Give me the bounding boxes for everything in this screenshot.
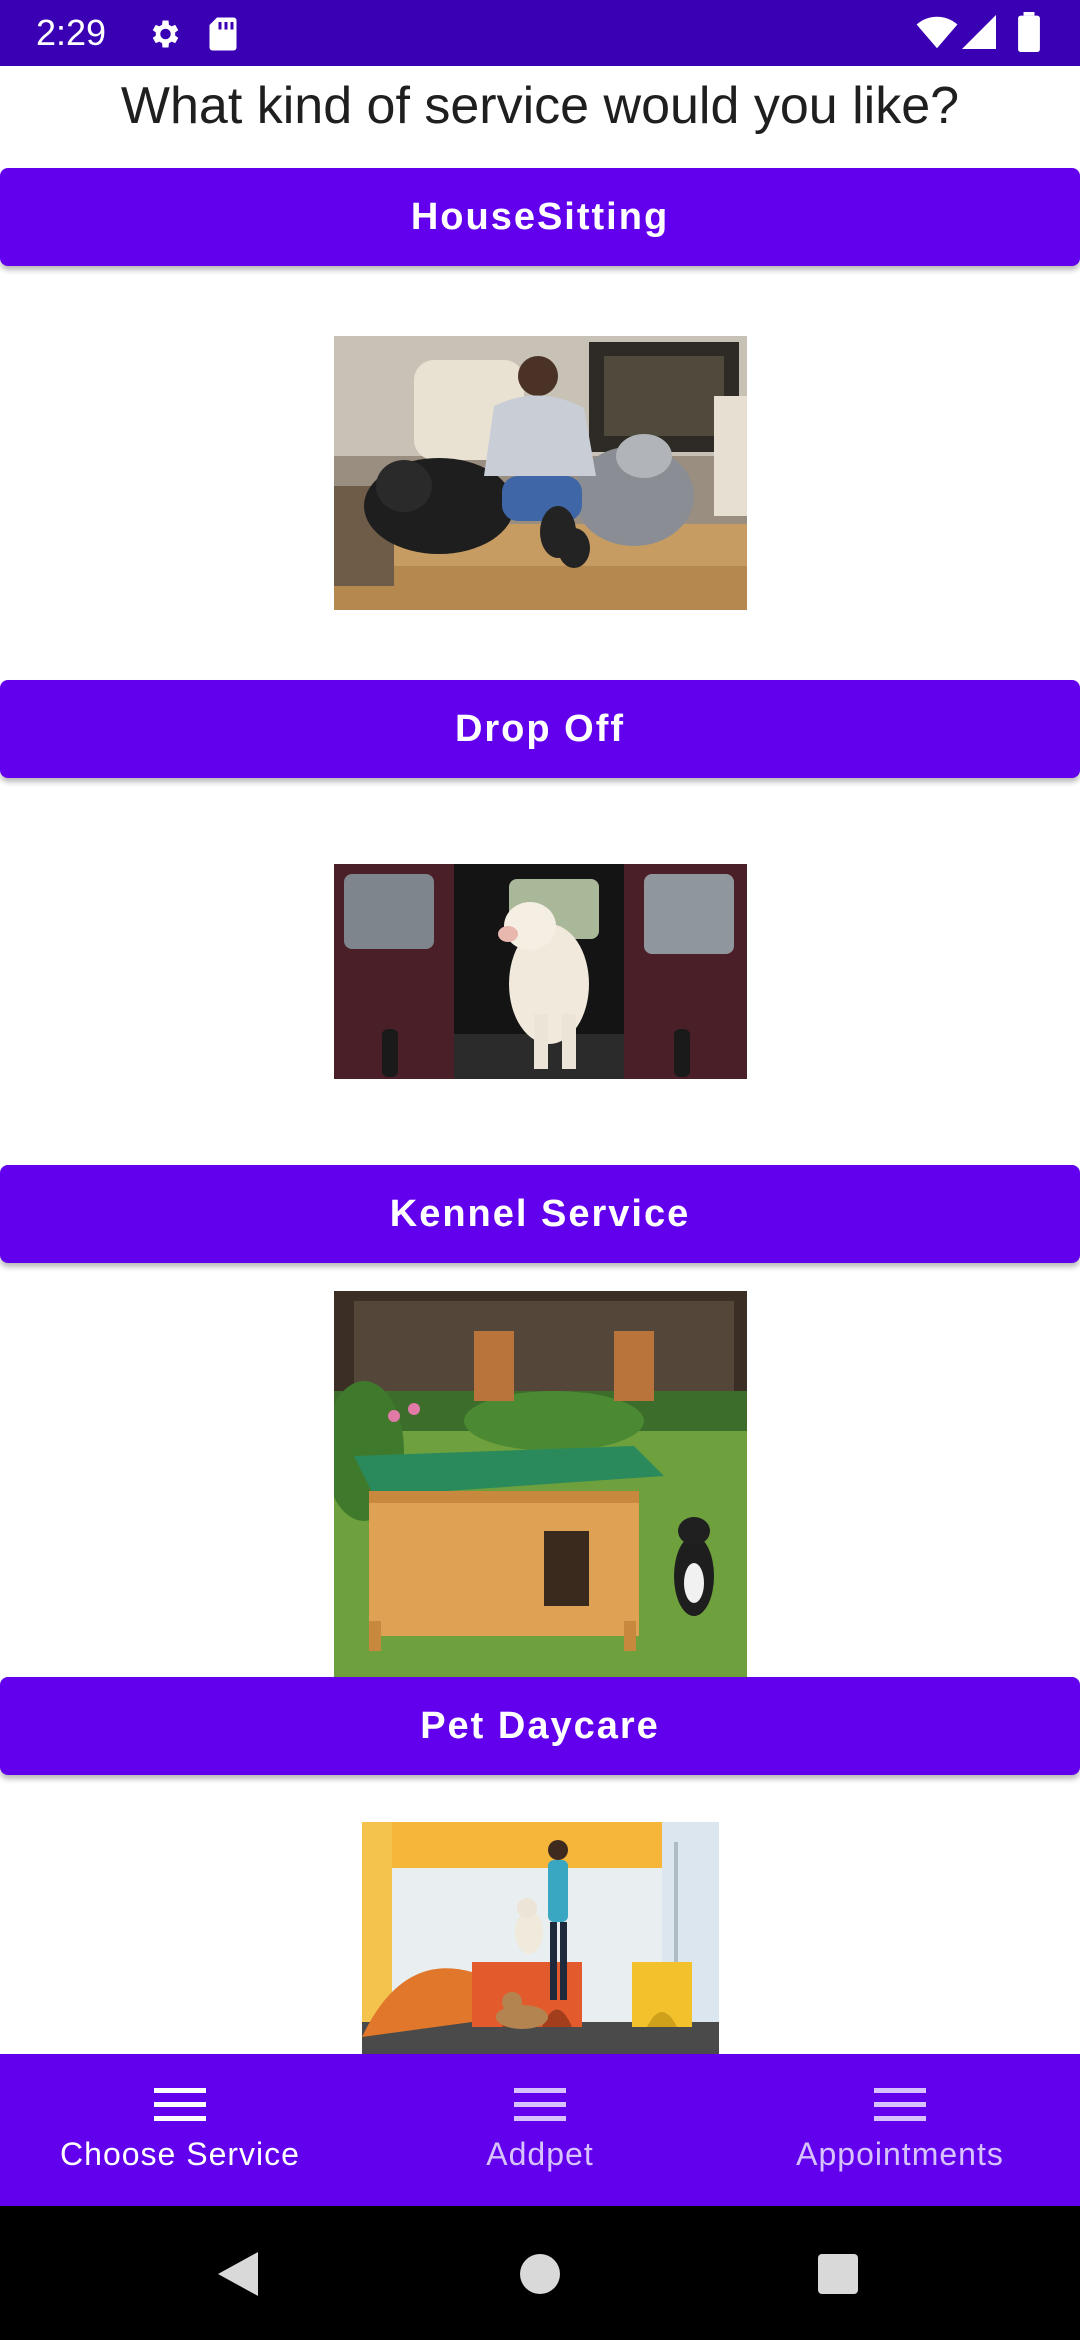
housesitting-button[interactable]: HouseSitting xyxy=(0,168,1080,266)
menu-icon xyxy=(874,2088,926,2121)
kennel-service-button[interactable]: Kennel Service xyxy=(0,1165,1080,1263)
gear-icon xyxy=(146,16,182,57)
drop-off-image xyxy=(334,864,747,1079)
nav-item-appointments[interactable]: Appointments xyxy=(720,2054,1080,2206)
menu-icon xyxy=(154,2088,206,2121)
signal-icon xyxy=(962,14,996,55)
housesitting-image xyxy=(334,336,747,610)
drop-off-button[interactable]: Drop Off xyxy=(0,680,1080,778)
battery-icon xyxy=(1018,12,1040,57)
system-nav-bar xyxy=(0,2206,1080,2340)
kennel-image xyxy=(334,1291,747,1677)
page-title: What kind of service would you like? xyxy=(120,77,960,135)
pet-daycare-button[interactable]: Pet Daycare xyxy=(0,1677,1080,1775)
pet-daycare-image xyxy=(362,1822,719,2054)
sd-card-icon xyxy=(208,16,238,57)
nav-label-choose-service: Choose Service xyxy=(60,2136,300,2172)
bottom-nav: Choose Service Addpet Appointments xyxy=(0,2054,1080,2206)
status-time: 2:29 xyxy=(36,12,107,53)
recents-icon[interactable] xyxy=(818,2254,858,2294)
nav-item-addpet[interactable]: Addpet xyxy=(360,2054,720,2206)
menu-icon xyxy=(514,2088,566,2121)
home-icon[interactable] xyxy=(520,2254,560,2294)
nav-label-addpet: Addpet xyxy=(486,2136,594,2172)
status-bar: 2:29 xyxy=(0,0,1080,66)
nav-label-appointments: Appointments xyxy=(796,2136,1004,2172)
back-icon[interactable] xyxy=(218,2252,260,2296)
wifi-icon xyxy=(916,16,958,55)
nav-item-choose-service[interactable]: Choose Service xyxy=(0,2054,360,2206)
